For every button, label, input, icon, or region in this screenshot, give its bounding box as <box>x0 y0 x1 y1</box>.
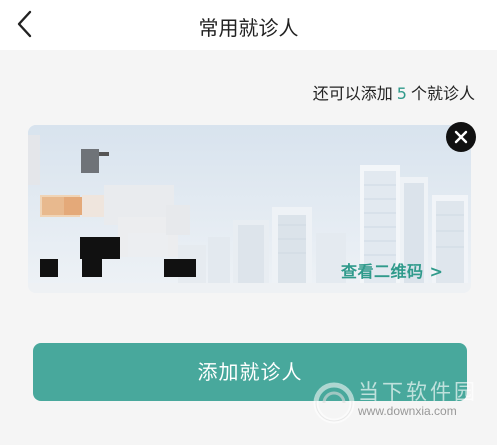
add-patient-button[interactable]: 添加就诊人 <box>33 343 467 401</box>
view-qr-code-link[interactable]: 查看二维码 > <box>341 258 443 282</box>
back-button[interactable] <box>10 6 44 42</box>
close-circle-icon <box>454 130 468 144</box>
remaining-quota: 还可以添加 5 个就诊人 <box>313 80 475 104</box>
patient-list-screen: 常用就诊人 还可以添加 5 个就诊人 查看二维码 > 添加就诊人 当下软件园 w… <box>0 0 497 445</box>
qr-link-label: 查看二维码 <box>341 262 424 281</box>
quota-prefix: 还可以添加 <box>312 84 393 103</box>
watermark-url: www.downxia.com <box>358 404 457 418</box>
page-title: 常用就诊人 <box>198 16 299 40</box>
chevron-left-icon <box>17 10 32 38</box>
quota-suffix: 个就诊人 <box>410 84 475 103</box>
quota-count: 5 <box>396 84 407 103</box>
top-bar: 常用就诊人 <box>0 0 497 50</box>
chevron-right-icon: > <box>429 262 444 281</box>
redacted-patient-info <box>28 125 328 293</box>
patient-card[interactable]: 查看二维码 > <box>28 125 471 293</box>
remove-patient-button[interactable] <box>446 122 476 152</box>
